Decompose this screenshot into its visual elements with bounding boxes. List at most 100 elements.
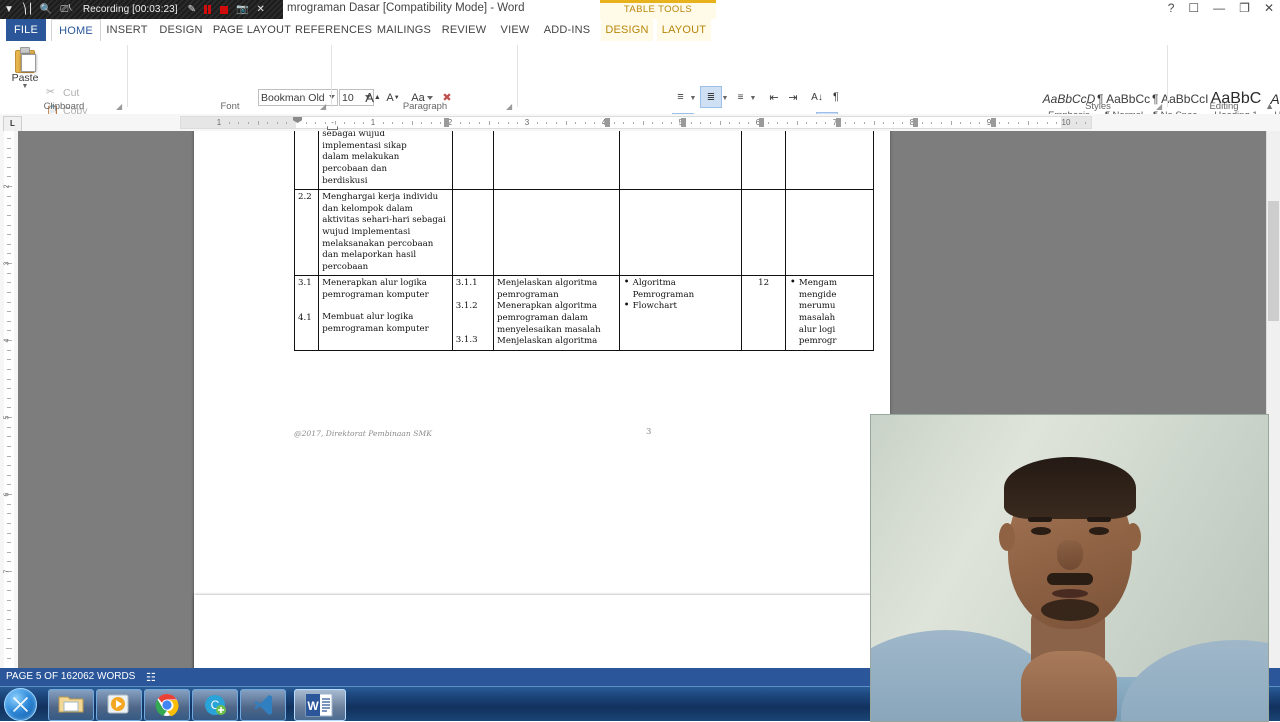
start-button[interactable] — [4, 688, 37, 721]
styles-dialog-launcher[interactable]: ◢ — [1156, 102, 1165, 111]
cell-kd-continued[interactable]: jujur, teliu, cermat,tekun, hati-hati, b… — [318, 131, 453, 191]
vertical-ruler[interactable]: 2 3 4 5 6 7 — [3, 131, 14, 668]
table-row[interactable]: 3.1 4.1 Menerapkan alur logika pemrogram… — [293, 275, 875, 351]
ribbon-display-options-icon[interactable]: ☐ — [1188, 1, 1199, 15]
restore-button[interactable]: ❐ — [1239, 1, 1250, 15]
minimize-button[interactable]: — — [1213, 1, 1225, 15]
taskbar-item-file-explorer[interactable] — [48, 689, 94, 721]
chevron-down-icon[interactable]: ▼ — [0, 0, 18, 19]
cell-jam[interactable] — [741, 189, 786, 277]
hanging-indent-marker[interactable] — [327, 122, 338, 130]
screen-recorder-toolbar[interactable]: ▼ ⎞⎟ 🔍 ⎚⎝ Recording [00:03:23] ✎ 📷 ✕ — [0, 0, 283, 19]
magnifier-icon[interactable]: 🔍 — [36, 0, 56, 19]
ruler-tick — [7, 561, 11, 563]
taskbar-item-media-player[interactable] — [96, 689, 142, 721]
cell-kd-number[interactable]: 2.2 — [293, 189, 320, 277]
table-row[interactable]: jujur, teliu, cermat,tekun, hati-hati, b… — [293, 131, 875, 191]
ruler-tick — [767, 122, 769, 124]
tab-stop-marker[interactable] — [991, 118, 996, 127]
window-controls[interactable]: ? ☐ — ❐ ✕ — [1168, 1, 1274, 15]
table-row[interactable]: 2.2 Menghargai kerja individu dan kelomp… — [293, 189, 875, 277]
cell-ipk-text[interactable]: Menjelaskan algoritma pemrograman Menera… — [493, 275, 620, 351]
tab-stop-marker[interactable] — [759, 118, 764, 127]
kd-table[interactable]: jujur, teliu, cermat,tekun, hati-hati, b… — [293, 131, 875, 351]
cell-kd-text[interactable]: Menerapkan alur logika pemrograman kompu… — [318, 275, 453, 351]
cell-kd-number[interactable]: 3.1 4.1 — [293, 275, 320, 351]
tab-stop-marker[interactable] — [605, 118, 610, 127]
tab-design[interactable]: DESIGN — [155, 19, 207, 41]
tab-stop-marker[interactable] — [913, 118, 918, 127]
tab-references[interactable]: REFERENCES — [295, 19, 372, 41]
ruler-tick — [1085, 122, 1087, 124]
tab-stop-marker[interactable] — [444, 118, 449, 127]
ruler-tick — [806, 122, 808, 124]
paste-button[interactable]: Paste ▼ — [6, 45, 44, 101]
document-page[interactable]: jujur, teliu, cermat,tekun, hati-hati, b… — [194, 131, 890, 668]
tab-review[interactable]: REVIEW — [438, 19, 490, 41]
cell-kegiatan[interactable] — [784, 131, 875, 191]
taskbar-item-ccleaner[interactable]: C — [192, 689, 238, 721]
cell-ipk-number[interactable] — [451, 189, 495, 277]
pen-icon[interactable]: ✎ — [184, 0, 200, 19]
ruler-tick — [363, 122, 365, 124]
tab-view[interactable]: VIEW — [495, 19, 535, 41]
scrollbar-thumb[interactable] — [1268, 201, 1279, 321]
paragraph-dialog-launcher[interactable]: ◢ — [506, 102, 515, 111]
taskbar-item-chrome[interactable] — [144, 689, 190, 721]
window-icon[interactable]: ⎞⎟ — [18, 0, 36, 19]
clipboard-dialog-launcher[interactable]: ◢ — [116, 102, 125, 111]
cell-materi[interactable] — [618, 131, 743, 191]
cell-jam[interactable]: 12 — [741, 275, 786, 351]
horizontal-ruler-area[interactable]: L 112345678910 — [0, 114, 1280, 132]
tab-file[interactable]: FILE — [6, 19, 46, 41]
ruler-tick — [584, 122, 586, 124]
cell-kegiatan[interactable]: Mengam mengide merumu masalah alur logi … — [784, 275, 875, 351]
status-page[interactable]: PAGE 5 OF 16 — [6, 671, 72, 682]
taskbar-item-vscode[interactable] — [240, 689, 286, 721]
cell-ipk-number[interactable]: 3.1.1 3.1.2 3.1.3 — [451, 275, 495, 351]
tab-mailings[interactable]: MAILINGS — [373, 19, 435, 41]
eyebrow-right — [1087, 517, 1111, 522]
tab-design[interactable]: DESIGN — [601, 19, 653, 41]
close-button[interactable]: ✕ — [1264, 1, 1274, 15]
tab-stop-marker[interactable] — [836, 118, 841, 127]
ruler-tick — [7, 253, 11, 255]
cell-kd-text[interactable]: Menghargai kerja individu dan kelompok d… — [318, 189, 453, 277]
camera-icon[interactable]: 📷 — [232, 0, 252, 19]
cell-ipk-number[interactable] — [451, 131, 495, 191]
cut-button[interactable]: ✂ Cut — [46, 86, 79, 99]
cell-materi[interactable] — [618, 189, 743, 277]
cell-kegiatan[interactable] — [784, 189, 875, 277]
ruler-tick — [7, 619, 11, 621]
collapse-ribbon-icon[interactable]: ▲ — [1265, 101, 1274, 111]
taskbar-item-word[interactable]: W — [294, 689, 346, 721]
nose — [1057, 540, 1083, 570]
ruler-tick — [7, 551, 11, 553]
ruler-tick — [469, 122, 471, 124]
cell-kd-number[interactable] — [293, 131, 320, 191]
ribbon-tabs[interactable]: FILE HOME INSERT DESIGN PAGE LAYOUT REFERENCE… — [0, 19, 1280, 42]
tab-stop-marker[interactable] — [681, 118, 686, 127]
tab-layout[interactable]: LAYOUT — [657, 19, 711, 41]
region-select-icon[interactable]: ⎚⎝ — [56, 0, 76, 19]
stop-icon[interactable] — [216, 0, 232, 19]
status-words[interactable]: 2062 WORDS — [72, 671, 135, 682]
pause-icon[interactable] — [200, 0, 216, 19]
tab-stop-selector[interactable]: L — [3, 116, 22, 132]
horizontal-ruler[interactable]: 112345678910 — [180, 116, 1092, 130]
ruler-tick — [7, 474, 11, 476]
font-dialog-launcher[interactable]: ◢ — [320, 102, 329, 111]
document-page-next[interactable] — [194, 595, 890, 668]
cell-ipk-text[interactable] — [493, 131, 620, 191]
tab-add-ins[interactable]: ADD-INS — [539, 19, 595, 41]
cell-materi[interactable]: Algoritma PemrogramanFlowchart — [618, 275, 743, 351]
chevron-down-icon[interactable]: ▼ — [6, 83, 44, 90]
tab-insert[interactable]: INSERT — [103, 19, 151, 41]
tab-page-layout[interactable]: PAGE LAYOUT — [210, 19, 294, 41]
tab-home[interactable]: HOME — [51, 19, 101, 42]
help-icon[interactable]: ? — [1168, 1, 1175, 15]
close-recorder-icon[interactable]: ✕ — [253, 0, 269, 19]
proofing-icon[interactable]: ☷ — [146, 671, 156, 684]
cell-ipk-text[interactable] — [493, 189, 620, 277]
cell-jam[interactable] — [741, 131, 786, 191]
